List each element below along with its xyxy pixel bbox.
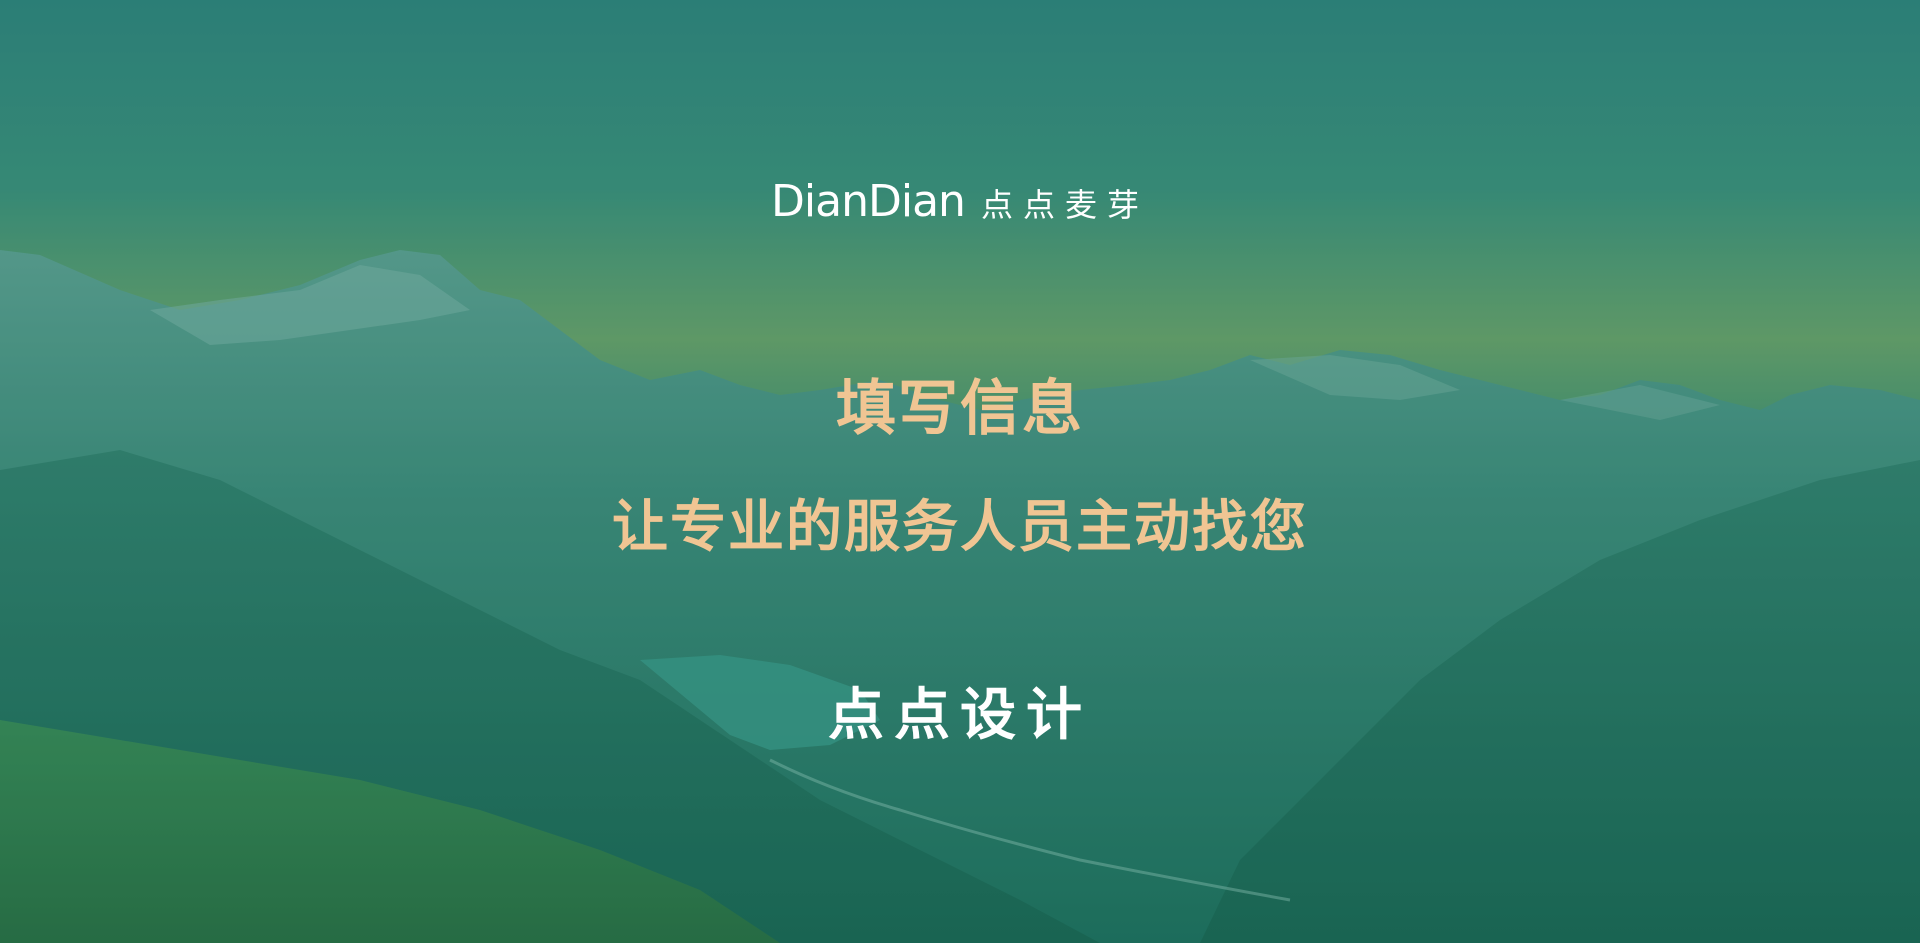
hero-subtitle: 让专业的服务人员主动找您	[612, 495, 1308, 560]
hero-banner: DianDian 点点麦芽 填写信息 让专业的服务人员主动找您 点点设计	[0, 0, 1920, 943]
mountain-background-image	[0, 0, 1920, 943]
logo-chinese-name: 点点麦芽	[980, 186, 1149, 224]
brand-logo[interactable]: DianDian 点点麦芽	[0, 176, 1920, 227]
hero-brand-name: 点点设计	[828, 683, 1092, 748]
logo-wordmark: DianDian	[771, 176, 966, 227]
hero-title: 填写信息	[836, 374, 1084, 444]
